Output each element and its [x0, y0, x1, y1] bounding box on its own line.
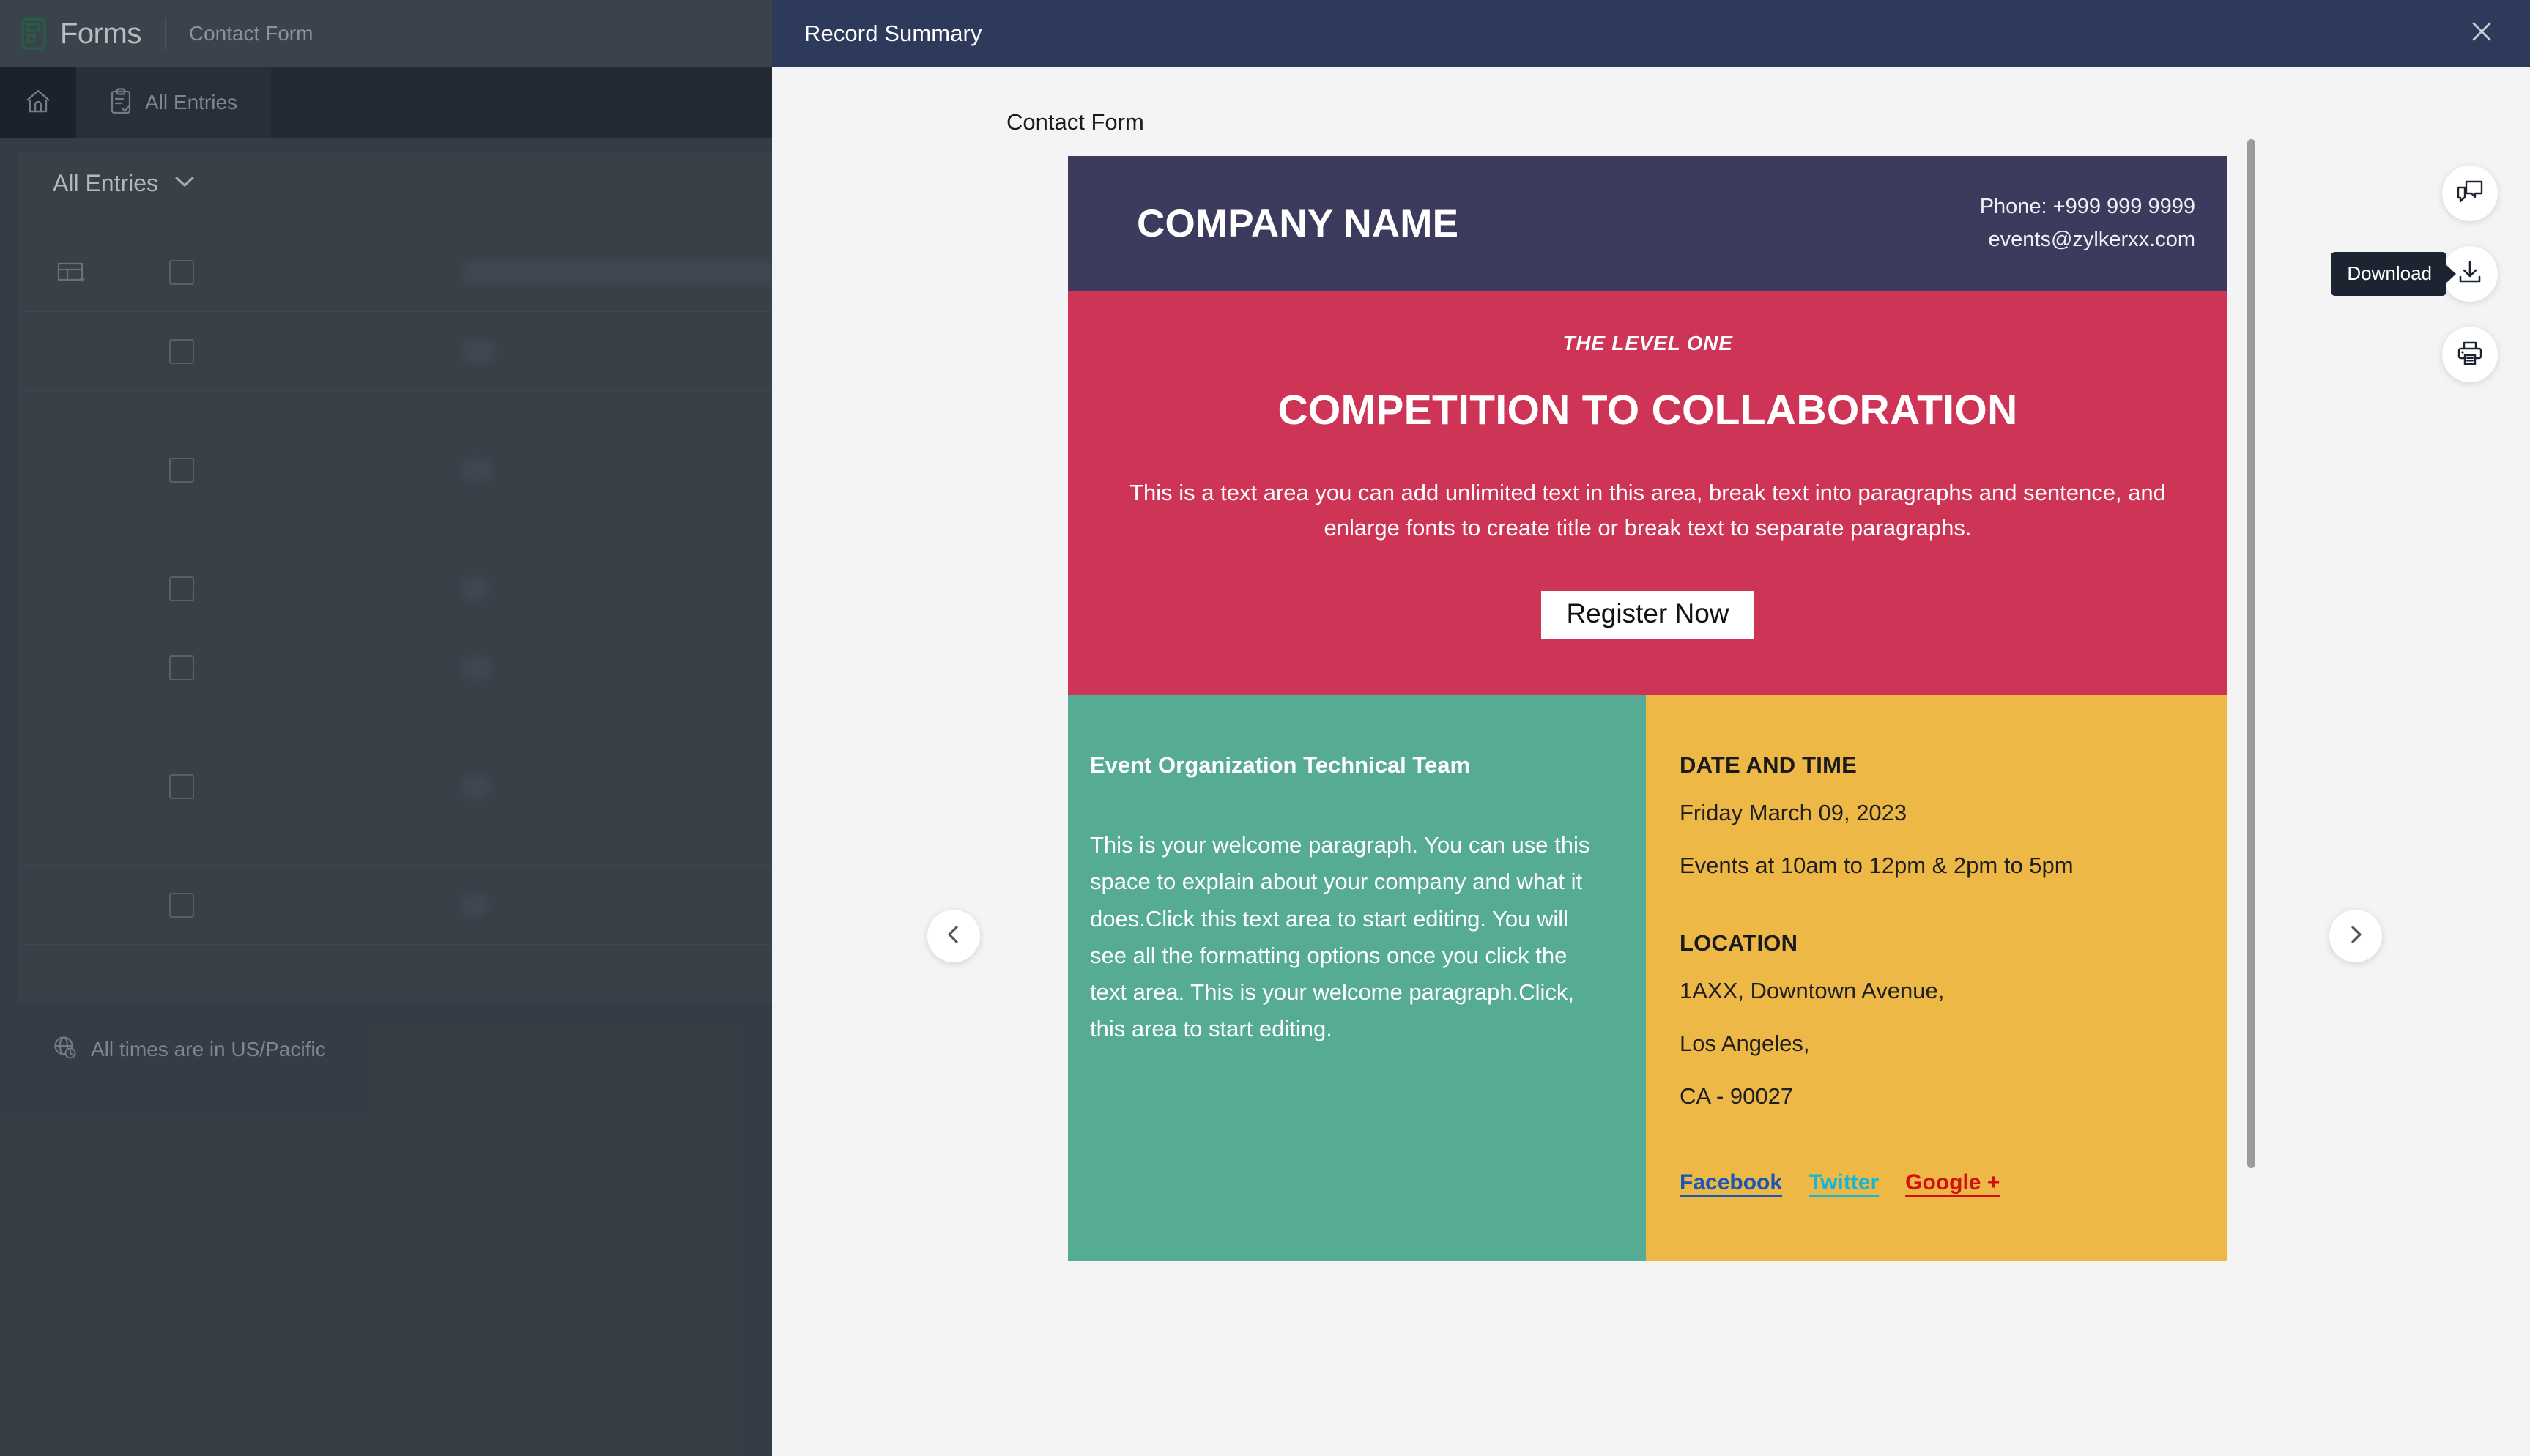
action-rail: Download	[2331, 166, 2498, 382]
app-topbar: Forms Contact Form	[0, 0, 774, 67]
date-line: Friday March 09, 2023	[1680, 800, 1907, 826]
home-icon	[25, 89, 51, 117]
table-column-icon[interactable]	[21, 262, 123, 283]
download-button[interactable]: Download	[2331, 246, 2498, 302]
home-button[interactable]	[0, 67, 76, 138]
checkbox-icon[interactable]	[123, 259, 240, 285]
chevron-left-icon	[943, 924, 964, 948]
company-name: COMPANY NAME	[1137, 201, 1459, 245]
clipboard-check-icon	[110, 87, 132, 118]
tab-label-all-entries: All Entries	[145, 91, 238, 114]
address-line-1: 1AXX, Downtown Avenue,	[1680, 977, 1945, 1003]
globe-clock-icon	[53, 1036, 76, 1063]
close-button[interactable]	[2463, 15, 2501, 53]
table-row[interactable]	[21, 549, 774, 628]
facebook-link[interactable]: Facebook	[1680, 1170, 1782, 1195]
twitter-link[interactable]: Twitter	[1809, 1170, 1879, 1195]
record-label: Contact Form	[1006, 109, 1144, 135]
forms-logo-icon	[21, 18, 50, 50]
hero-cta-wrap: Register Now	[1122, 591, 2173, 640]
modal-header: Record Summary	[772, 0, 2530, 67]
hero-body-text: This is a text area you can add unlimite…	[1129, 480, 2166, 541]
address-line-3: CA - 90027	[1680, 1082, 1794, 1109]
checkbox-icon[interactable]	[123, 655, 240, 680]
entries-filter-label: All Entries	[53, 170, 159, 196]
download-tooltip: Download	[2331, 252, 2446, 296]
table-row[interactable]	[21, 866, 774, 945]
phone-text: Phone: +999 999 9999	[1979, 195, 2195, 219]
checkbox-icon[interactable]	[123, 576, 240, 601]
modal-body: Contact Form COMPANY NAME Phone: +999 99…	[772, 67, 2530, 1456]
table-row[interactable]	[21, 391, 774, 549]
app-logo[interactable]: Forms	[0, 18, 141, 51]
comment-bubbles-icon	[2456, 179, 2484, 208]
hero-headline: COMPETITION TO COLLABORATION	[1277, 387, 2018, 434]
download-icon	[2457, 260, 2482, 289]
datetime-heading: DATE AND TIME	[1680, 752, 1857, 779]
table-cell	[240, 576, 774, 601]
checkbox-icon[interactable]	[123, 457, 240, 483]
email-template-card: COMPANY NAME Phone: +999 999 9999 events…	[1068, 156, 2227, 1262]
contact-info: Phone: +999 999 9999 events@zylkerxx.com	[1980, 190, 2195, 256]
social-links: Facebook Twitter Google +	[1680, 1170, 2198, 1195]
table-row[interactable]	[21, 233, 774, 312]
table-cell	[240, 338, 774, 364]
print-icon	[2457, 341, 2483, 369]
card-banner: COMPANY NAME Phone: +999 999 9999 events…	[1068, 156, 2227, 291]
modal-title: Record Summary	[804, 20, 982, 46]
close-icon	[2470, 20, 2493, 47]
card-right-column: DATE AND TIME Friday March 09, 2023 Even…	[1646, 695, 2227, 1262]
sidebar-item-all-entries[interactable]: All Entries	[76, 67, 272, 138]
table-cell	[240, 259, 774, 285]
card-columns: Event Organization Technical Team This i…	[1068, 695, 2227, 1262]
app-background: Forms Contact Form All Entries All Entri…	[0, 0, 774, 1456]
app-product-name: Forms	[60, 17, 141, 50]
entries-grid	[21, 233, 774, 945]
previous-record-button[interactable]	[927, 910, 980, 962]
address-line-2: Los Angeles,	[1680, 1030, 1810, 1056]
table-cell	[240, 655, 774, 680]
hero-kicker: THE LEVEL ONE	[1562, 332, 1733, 354]
table-row[interactable]	[21, 628, 774, 707]
checkbox-icon[interactable]	[123, 773, 240, 799]
timezone-note: All times are in US/Pacific	[91, 1037, 326, 1061]
card-hero: THE LEVEL ONE COMPETITION TO COLLABORATI…	[1068, 291, 2227, 696]
left-column-title: Event Organization Technical Team	[1090, 752, 1471, 779]
left-column-body: This is your welcome paragraph. You can …	[1090, 832, 1590, 1042]
checkbox-icon[interactable]	[123, 338, 240, 364]
table-cell	[240, 773, 774, 799]
chevron-right-icon	[2345, 924, 2366, 948]
checkbox-icon[interactable]	[123, 892, 240, 918]
app-body: All Entries All times are in US/Pacific	[0, 138, 774, 1456]
entries-footer: All times are in US/Pacific	[21, 1014, 774, 1084]
column-spacer	[1680, 885, 2198, 930]
location-heading: LOCATION	[1680, 929, 1798, 956]
email-text: events@zylkerxx.com	[1988, 228, 2195, 251]
table-cell	[240, 892, 774, 918]
table-cell	[240, 457, 774, 483]
breadcrumb[interactable]: Contact Form	[189, 22, 314, 45]
entries-filter-dropdown[interactable]: All Entries	[53, 170, 195, 197]
chevron-down-icon	[174, 175, 195, 192]
table-row[interactable]	[21, 312, 774, 391]
time-line: Events at 10am to 12pm & 2pm to 5pm	[1680, 853, 2074, 879]
register-now-button[interactable]: Register Now	[1541, 591, 1754, 640]
table-row[interactable]	[21, 707, 774, 866]
app-tabrow: All Entries	[0, 67, 774, 138]
record-summary-modal: Record Summary Contact Form COMPANY NAME…	[772, 0, 2530, 1456]
topbar-divider	[164, 18, 166, 50]
print-button[interactable]	[2442, 327, 2498, 382]
next-record-button[interactable]	[2329, 910, 2382, 962]
comment-button[interactable]	[2442, 166, 2498, 221]
card-left-column: Event Organization Technical Team This i…	[1068, 695, 1646, 1262]
modal-scrollbar[interactable]	[2247, 139, 2255, 1168]
google-plus-link[interactable]: Google +	[1905, 1170, 2000, 1195]
